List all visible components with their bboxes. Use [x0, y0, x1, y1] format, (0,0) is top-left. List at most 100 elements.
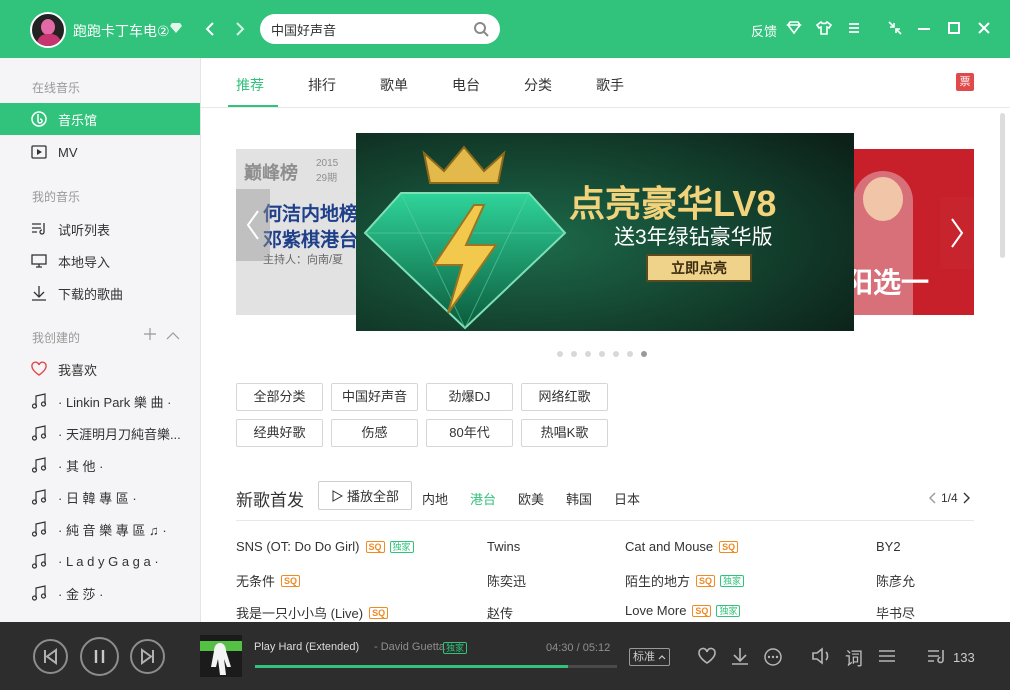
tag-dj[interactable]: 劲爆DJ	[426, 383, 513, 411]
diamond-icon[interactable]	[786, 16, 802, 40]
search-icon[interactable]	[473, 21, 489, 37]
forward-icon[interactable]	[229, 19, 249, 39]
song-artist[interactable]: Twins	[487, 539, 520, 554]
play-mode-icon[interactable]	[877, 646, 897, 666]
tag-sad[interactable]: 伤感	[331, 419, 418, 447]
region-japan[interactable]: 日本	[614, 489, 640, 508]
volume-icon[interactable]	[811, 646, 833, 666]
song-title-link[interactable]: 陌生的地方 SQ 独家	[625, 571, 745, 590]
tag-80s[interactable]: 80年代	[426, 419, 513, 447]
sidebar-item-music-hall[interactable]: 音乐馆	[0, 103, 200, 135]
song-title-link[interactable]: 无条件 SQ	[236, 571, 301, 590]
region-western[interactable]: 欧美	[518, 489, 544, 508]
username[interactable]: 跑跑卡丁车电②	[73, 21, 170, 41]
skin-icon[interactable]	[816, 16, 832, 40]
maximize-icon[interactable]	[946, 16, 962, 40]
pause-button[interactable]	[80, 637, 119, 676]
banner-cta-button[interactable]: 立即点亮	[646, 254, 752, 282]
banner-dot[interactable]	[571, 351, 577, 357]
song-title-link[interactable]: SNS (OT: Do Do Girl) SQ 独家	[236, 539, 414, 554]
sidebar-item-playlist[interactable]: · 天涯明月刀純音樂...	[0, 417, 200, 449]
playlist-queue-icon[interactable]	[926, 647, 948, 667]
tag-internet-hits[interactable]: 网络红歌	[521, 383, 608, 411]
song-artist[interactable]: 陈彦允	[876, 571, 915, 590]
sidebar-item-downloaded[interactable]: 下载的歌曲	[0, 277, 200, 309]
play-all-button[interactable]: 播放全部	[318, 481, 412, 510]
tab-singers[interactable]: 歌手	[596, 75, 624, 95]
tab-category[interactable]: 分类	[524, 75, 552, 95]
banner-dot[interactable]	[599, 351, 605, 357]
more-icon[interactable]	[763, 647, 783, 667]
minimize-icon[interactable]	[916, 16, 932, 40]
ticket-icon[interactable]: 票	[956, 73, 974, 91]
sidebar-item-playlist[interactable]: · 純 音 樂 專 區 ♫ ·	[0, 513, 200, 545]
add-playlist-icon[interactable]	[144, 328, 156, 340]
banner-dot[interactable]	[627, 351, 633, 357]
song-artist[interactable]: 赵传	[487, 603, 513, 622]
chevron-left-icon[interactable]	[928, 492, 936, 504]
banner-next-slide[interactable]: 阳选一	[841, 149, 974, 315]
search-input[interactable]	[271, 20, 471, 38]
download-icon[interactable]	[730, 646, 750, 666]
avatar[interactable]	[30, 12, 66, 48]
banner-dot[interactable]	[613, 351, 619, 357]
scrollbar[interactable]	[1000, 113, 1005, 258]
next-button[interactable]	[130, 639, 165, 674]
sidebar-item-favorites[interactable]: 我喜欢	[0, 353, 200, 385]
region-korea[interactable]: 韩国	[566, 489, 592, 508]
sidebar-item-local-import[interactable]: 本地导入	[0, 245, 200, 277]
sidebar-item-playlist[interactable]: · 其 他 ·	[0, 449, 200, 481]
back-icon[interactable]	[201, 19, 221, 39]
tag-classics[interactable]: 经典好歌	[236, 419, 323, 447]
search-box[interactable]	[260, 14, 500, 44]
banner-dot[interactable]	[585, 351, 591, 357]
region-mainland[interactable]: 内地	[422, 489, 448, 508]
previous-button[interactable]	[33, 639, 68, 674]
banner-dot[interactable]	[557, 351, 563, 357]
feedback-link[interactable]: 反馈	[751, 21, 777, 40]
song-title-link[interactable]: 我是一只小小鸟 (Live) SQ	[236, 603, 389, 622]
song-title-link[interactable]: Cat and Mouse SQ	[625, 539, 739, 554]
tag-the-voice[interactable]: 中国好声音	[331, 383, 418, 411]
lyrics-button[interactable]: 词	[845, 645, 863, 671]
region-hk-tw[interactable]: 港台	[470, 489, 496, 508]
chevron-right-icon[interactable]	[963, 492, 971, 504]
player-artist[interactable]: - David Guetta	[374, 641, 445, 653]
song-title[interactable]: 陌生的地方	[625, 571, 690, 590]
tab-radio[interactable]: 电台	[452, 75, 480, 95]
like-heart-icon[interactable]	[697, 646, 717, 666]
song-title[interactable]: SNS (OT: Do Do Girl)	[236, 539, 360, 554]
banner-main-slide[interactable]: 点亮豪华LV8 送3年绿钻豪华版 立即点亮	[356, 133, 854, 331]
song-artist[interactable]: 毕书尽	[876, 603, 915, 622]
song-artist[interactable]: 陈奕迅	[487, 571, 526, 590]
tab-recommend[interactable]: 推荐	[236, 75, 264, 95]
sidebar-item-playlist[interactable]: · Linkin Park 樂 曲 ·	[0, 385, 200, 417]
song-title[interactable]: 无条件	[236, 571, 275, 590]
sidebar-item-playlist[interactable]: · L a d y G a g a ·	[0, 545, 200, 577]
song-title[interactable]: Love More	[625, 603, 686, 618]
banner-dot-active[interactable]	[641, 351, 647, 357]
close-icon[interactable]	[976, 16, 992, 40]
banner-next-button[interactable]	[940, 197, 974, 269]
sidebar-item-mv[interactable]: MV	[0, 136, 200, 168]
song-title[interactable]: Cat and Mouse	[625, 539, 713, 554]
quality-selector[interactable]: 标准	[629, 648, 670, 666]
sidebar-item-playlist[interactable]: · 金 莎 ·	[0, 577, 200, 609]
tag-all-categories[interactable]: 全部分类	[236, 383, 323, 411]
sidebar-item-playlist[interactable]: · 日 韓 專 區 ·	[0, 481, 200, 513]
progress-bar[interactable]	[255, 665, 617, 668]
song-title-link[interactable]: Love More SQ 独家	[625, 603, 741, 618]
tab-ranking[interactable]: 排行	[308, 75, 336, 95]
tab-playlists[interactable]: 歌单	[380, 75, 408, 95]
song-title[interactable]: 我是一只小小鸟 (Live)	[236, 603, 363, 622]
tag-karaoke[interactable]: 热唱K歌	[521, 419, 608, 447]
album-cover[interactable]	[200, 635, 242, 677]
banner-prev-slide[interactable]: 巅峰榜 2015 29期 何洁内地榜 邓紫棋港台 主持人：向南/夏	[236, 149, 376, 315]
vip-diamond-icon[interactable]	[170, 22, 182, 34]
menu-icon[interactable]	[846, 16, 862, 40]
sidebar-item-trial-list[interactable]: 试听列表	[0, 213, 200, 245]
banner-prev-button[interactable]	[236, 189, 270, 261]
mini-mode-icon[interactable]	[887, 16, 903, 40]
player-song-title[interactable]: Play Hard (Extended)	[254, 641, 359, 653]
collapse-icon[interactable]	[166, 331, 180, 340]
